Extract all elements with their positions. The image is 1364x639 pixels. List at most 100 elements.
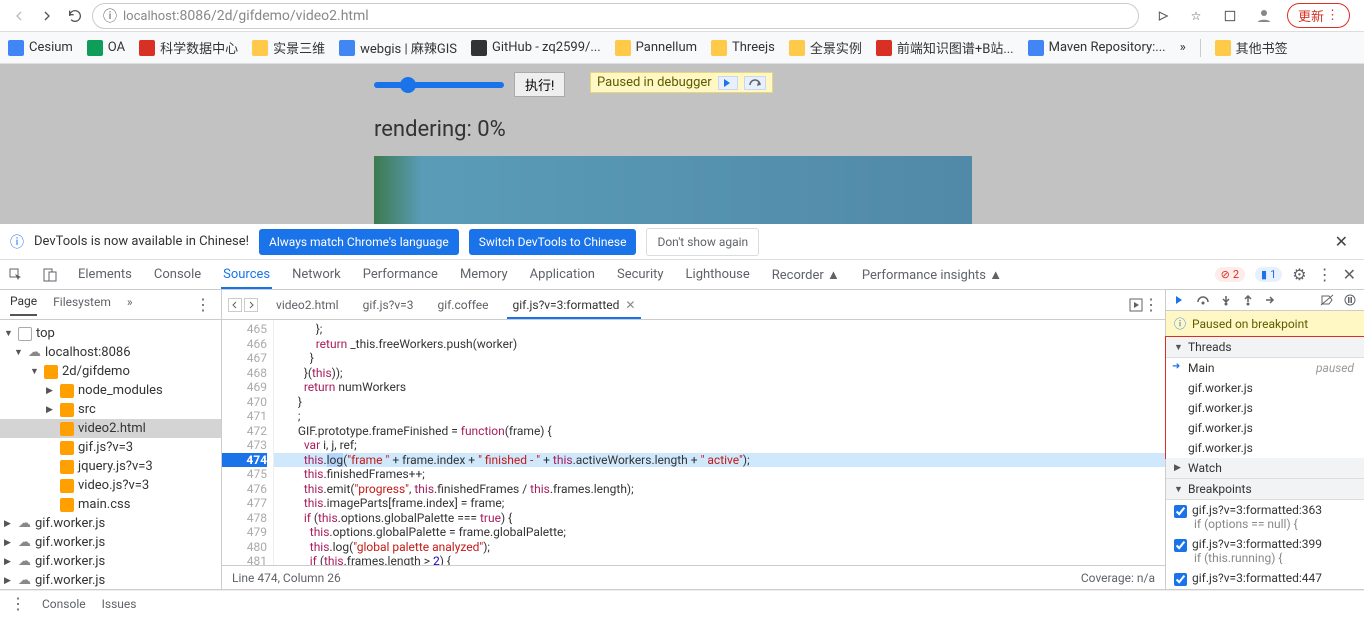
tree-item[interactable]: ▶src	[0, 400, 221, 419]
drawer-issues-tab[interactable]: Issues	[102, 597, 137, 611]
forward-button[interactable]	[36, 5, 58, 27]
more-icon[interactable]: ⋮	[1317, 265, 1333, 284]
tree-item[interactable]: ▶node_modules	[0, 381, 221, 400]
breakpoint-item[interactable]: gif.js?v=3:formatted:447	[1166, 568, 1364, 589]
bookmark-item[interactable]: OA	[87, 40, 125, 56]
watch-header[interactable]: ▶Watch	[1166, 458, 1364, 479]
tree-item[interactable]: main.css	[0, 495, 221, 514]
reload-button[interactable]	[64, 5, 86, 27]
devtools-tab[interactable]: Console	[152, 261, 203, 288]
message-badge[interactable]: ▮ 1	[1255, 267, 1282, 282]
bookmark-item[interactable]: 实景三维	[252, 38, 325, 57]
code-lines[interactable]: }; return _this.freeWorkers.push(worker)…	[274, 320, 1165, 565]
thread-item[interactable]: gif.worker.js	[1166, 398, 1364, 418]
breakpoint-checkbox[interactable]	[1174, 573, 1187, 586]
tree-item[interactable]: ▶☁gif.worker.js	[0, 552, 221, 571]
share-icon[interactable]	[1151, 5, 1173, 27]
dbg-step-into-icon[interactable]	[1220, 294, 1232, 306]
dbg-resume-icon[interactable]	[1174, 294, 1186, 306]
navigator-tab-filesystem[interactable]: Filesystem	[53, 295, 111, 315]
other-bookmarks[interactable]: 其他书签	[1215, 38, 1288, 57]
tree-item[interactable]: gif.js?v=3	[0, 438, 221, 457]
line-gutter[interactable]: 4654664674684694704714724734744754764774…	[222, 320, 274, 565]
prev-tab-icon[interactable]	[228, 298, 242, 312]
devtools-tab[interactable]: Performance	[361, 261, 440, 288]
close-icon[interactable]: ✕	[1329, 232, 1354, 251]
thread-item[interactable]: Mainpaused	[1166, 358, 1364, 378]
inspect-icon[interactable]	[8, 267, 24, 283]
gear-icon[interactable]: ⚙	[1292, 265, 1306, 284]
bookmark-item[interactable]: 科学数据中心	[139, 38, 238, 57]
devtools-tab[interactable]: Recorder ▲	[770, 261, 842, 289]
step-over-icon[interactable]	[744, 76, 766, 90]
thread-item[interactable]: gif.worker.js	[1166, 438, 1364, 458]
breakpoint-checkbox[interactable]	[1174, 505, 1187, 518]
dont-show-button[interactable]: Don't show again	[646, 228, 759, 256]
devtools-tab[interactable]: Network	[290, 261, 343, 288]
file-tab[interactable]: gif.coffee	[425, 292, 500, 318]
file-tab[interactable]: gif.js?v=3:formatted ✕	[501, 292, 648, 318]
bookmark-item[interactable]: 前端知识图谱+B站...	[876, 38, 1014, 57]
dbg-step-icon[interactable]	[1264, 294, 1276, 306]
tree-item[interactable]: video.js?v=3	[0, 476, 221, 495]
breakpoint-checkbox[interactable]	[1174, 539, 1187, 552]
bookmark-item[interactable]: 全景实例	[789, 38, 862, 57]
range-slider[interactable]	[374, 82, 504, 88]
devtools-tab[interactable]: Lighthouse	[684, 261, 752, 288]
devtools-tab[interactable]: Memory	[458, 261, 510, 288]
device-toggle-icon[interactable]	[42, 267, 58, 283]
bookmark-item[interactable]: Maven Repository:...	[1028, 40, 1166, 56]
bookmark-item[interactable]: Pannellum	[615, 40, 697, 56]
close-devtools-icon[interactable]: ✕	[1343, 265, 1356, 284]
match-language-button[interactable]: Always match Chrome's language	[259, 229, 459, 255]
drawer-more-icon[interactable]: ⋮	[10, 594, 26, 613]
devtools-tab[interactable]: Sources	[221, 261, 272, 288]
dbg-step-over-icon[interactable]	[1196, 294, 1210, 306]
profile-icon[interactable]	[1253, 5, 1275, 27]
breakpoints-header[interactable]: ▼Breakpoints	[1166, 479, 1364, 500]
editor-more-icon[interactable]: ⋮	[1143, 295, 1159, 314]
execute-button[interactable]: 执行!	[514, 72, 565, 97]
tree-item[interactable]: ▼top	[0, 324, 221, 343]
breakpoint-item[interactable]: gif.js?v=3:formatted:363if (options == n…	[1166, 500, 1364, 534]
bookmark-item[interactable]: webgis | 麻辣GIS	[339, 38, 457, 57]
resume-icon[interactable]	[718, 76, 738, 90]
tree-item[interactable]: ▶☁gif.worker.js	[0, 533, 221, 552]
thread-item[interactable]: gif.worker.js	[1166, 378, 1364, 398]
bookmarks-overflow[interactable]: »	[1180, 40, 1186, 55]
editor-run-icon[interactable]	[1129, 298, 1143, 312]
breakpoint-item[interactable]: gif.js?v=3:formatted:399if (this.running…	[1166, 534, 1364, 568]
extensions-icon[interactable]	[1219, 5, 1241, 27]
bookmark-item[interactable]: GitHub - zq2599/...	[471, 40, 601, 56]
dbg-pause-exc-icon[interactable]	[1344, 294, 1356, 306]
dbg-deactivate-bp-icon[interactable]	[1320, 294, 1334, 306]
next-tab-icon[interactable]	[244, 298, 258, 312]
close-tab-icon[interactable]: ✕	[625, 298, 635, 312]
tree-item[interactable]: video2.html	[0, 419, 221, 438]
tree-item[interactable]: jquery.js?v=3	[0, 457, 221, 476]
bookmark-item[interactable]: Cesium	[8, 40, 73, 56]
devtools-tab[interactable]: Application	[528, 261, 597, 288]
tree-item[interactable]: ▼2d/gifdemo	[0, 362, 221, 381]
back-button[interactable]	[8, 5, 30, 27]
file-tab[interactable]: gif.js?v=3	[351, 292, 426, 318]
navigator-more-icon[interactable]: ⋮	[195, 295, 211, 314]
file-tab[interactable]: video2.html	[264, 292, 351, 318]
dbg-step-out-icon[interactable]	[1242, 294, 1254, 306]
bookmark-item[interactable]: Threejs	[711, 40, 775, 56]
error-badge[interactable]: ⊘ 2	[1215, 267, 1245, 282]
devtools-tab[interactable]: Security	[615, 261, 666, 288]
tree-item[interactable]: ▶☁gif.worker.js	[0, 571, 221, 589]
slider-thumb[interactable]	[400, 77, 416, 93]
switch-language-button[interactable]: Switch DevTools to Chinese	[469, 229, 637, 255]
site-info-icon[interactable]: ⓘ	[103, 6, 117, 26]
star-icon[interactable]: ☆	[1185, 5, 1207, 27]
update-button[interactable]: 更新 ⋮	[1287, 3, 1350, 28]
drawer-console-tab[interactable]: Console	[42, 597, 86, 611]
devtools-tab[interactable]: Performance insights ▲	[860, 261, 1004, 289]
address-bar[interactable]: ⓘ localhost:8086/2d/gifdemo/video2.html	[92, 3, 1139, 29]
navigator-tab-page[interactable]: Page	[10, 294, 37, 316]
navigator-tab-more[interactable]: »	[127, 295, 133, 315]
thread-item[interactable]: gif.worker.js	[1166, 418, 1364, 438]
tree-item[interactable]: ▶☁gif.worker.js	[0, 514, 221, 533]
